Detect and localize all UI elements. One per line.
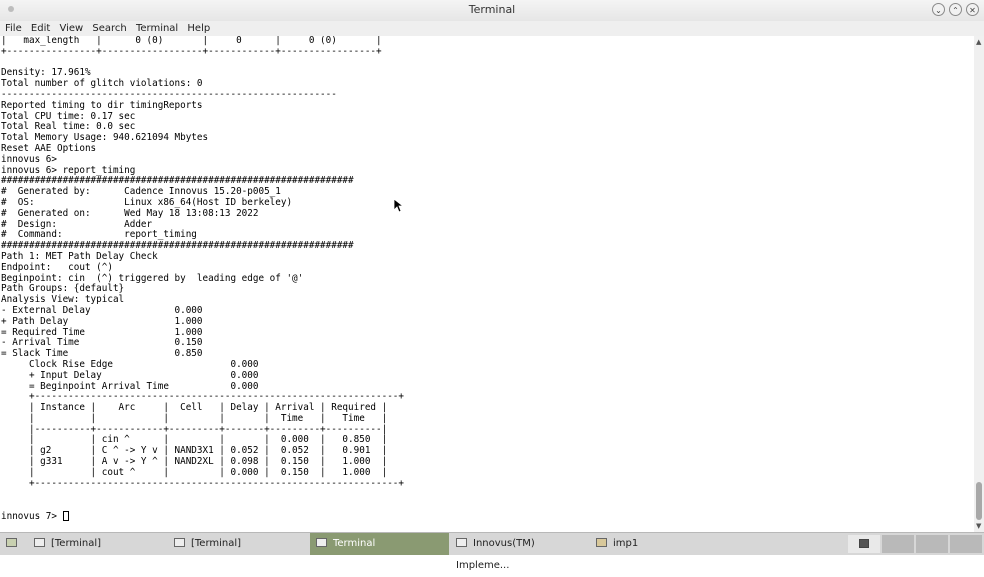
menu-bar: File Edit View Search Terminal Help [0,21,984,36]
menu-help[interactable]: Help [187,21,210,36]
terminal-output[interactable]: | max_length | 0 (0) | 0 | 0 (0) | +----… [0,36,974,532]
mouse-pointer-icon [393,198,403,213]
workspace-1[interactable] [848,535,880,553]
taskbar-item[interactable]: Innovus(TM) Impleme... [456,533,591,571]
menu-terminal[interactable]: Terminal [136,21,178,36]
menu-edit[interactable]: Edit [31,21,50,36]
terminal-prompt: innovus 7> [1,511,63,523]
maximize-button[interactable]: ⌃ [949,3,962,16]
scroll-down-icon[interactable]: ▼ [976,522,981,530]
terminal-icon [34,538,45,547]
menu-file[interactable]: File [5,21,22,36]
title-bar: Terminal ⌄ ⌃ ✕ [0,0,984,22]
scroll-up-icon[interactable]: ▲ [976,38,981,46]
taskbar-item-active[interactable]: Terminal [310,533,449,555]
show-desktop-button[interactable] [4,533,22,555]
folder-icon [596,538,607,547]
scrollbar[interactable]: ▲ ▼ [974,36,984,532]
window-title: Terminal [468,3,516,16]
taskbar-item[interactable]: imp1 [596,533,716,555]
close-button[interactable]: ✕ [966,3,979,16]
workspace-4[interactable] [950,535,982,553]
desktop-icon [6,538,17,547]
terminal-icon [859,539,869,548]
taskbar: [Terminal] [Terminal] Terminal Innovus(T… [0,532,984,571]
menu-search[interactable]: Search [92,21,126,36]
taskbar-item[interactable]: [Terminal] [174,533,309,555]
workspace-3[interactable] [916,535,948,553]
window-icon [456,538,467,547]
menu-view[interactable]: View [59,21,83,36]
minimize-button[interactable]: ⌄ [932,3,945,16]
scrollbar-thumb[interactable] [976,482,982,520]
taskbar-item[interactable]: [Terminal] [34,533,169,555]
text-cursor [62,511,69,522]
terminal-text: | max_length | 0 (0) | 0 | 0 (0) | +----… [1,36,404,523]
terminal-icon [174,538,185,547]
workspace-2[interactable] [882,535,914,553]
terminal-icon [316,538,327,547]
